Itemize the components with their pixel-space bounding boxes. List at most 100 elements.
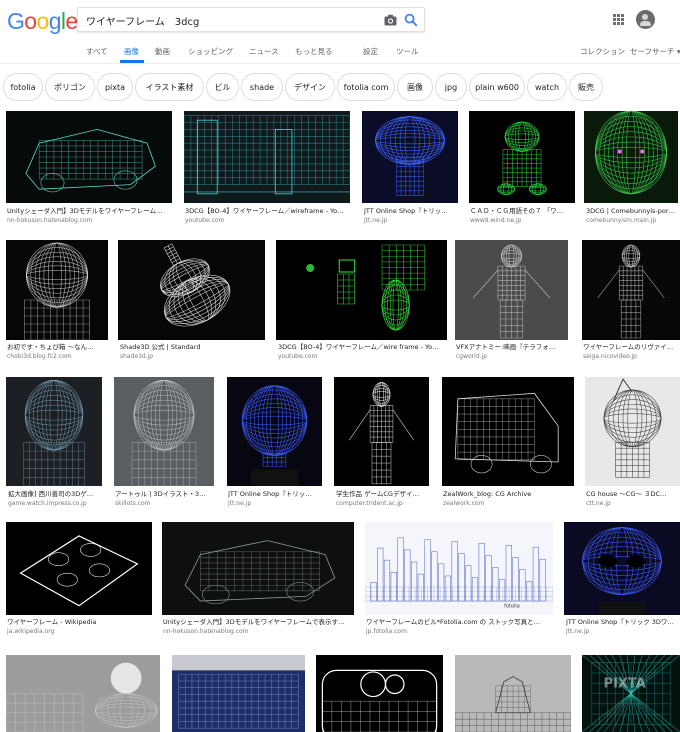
result-caption[interactable]: お初です・ちょび箱 〜なん… chobi3d.blog.fc2.com (7, 343, 109, 361)
tab-collections[interactable]: コレクション (580, 46, 625, 57)
chip[interactable]: ポリゴン (45, 73, 95, 101)
chip[interactable]: pixta (97, 73, 133, 101)
image-result-thumbnail[interactable] (172, 655, 305, 732)
image-result-thumbnail[interactable] (584, 111, 678, 203)
safesearch-menu[interactable]: セーフサーチ ▾ (630, 46, 680, 57)
result-title[interactable]: VFXアナトミー:映画『テラフォ… (456, 343, 569, 352)
result-title[interactable]: CG house 〜CG〜 ３DC… (586, 490, 680, 499)
result-caption[interactable]: Unityシェーダ入門】3Dモデルをワイヤーフレームで表示す… nn-hokuso… (163, 618, 355, 636)
result-title[interactable]: 3DCG【BO-4】ワイヤーフレーム／wire frame - Yo… (278, 343, 449, 352)
image-result-thumbnail[interactable] (316, 655, 443, 732)
search-box[interactable]: ワイヤーフレーム 3dcg (77, 7, 425, 32)
search-icon[interactable] (404, 13, 418, 27)
image-result-thumbnail[interactable] (6, 240, 108, 340)
result-source: jtt.ne.jp (364, 217, 388, 224)
result-caption[interactable]: アートゥル | 3Dイラスト・3… skillots.com (115, 490, 215, 508)
search-tabs: すべて 画像 動画 ショッピング ニュース もっと見る 設定 ツール コレクショ… (0, 38, 680, 64)
wireframe-thumbnail-art (6, 662, 158, 732)
result-caption[interactable]: ワイヤーフレームのビル*Fotolia.com の ストック写真と… jp.fot… (366, 618, 554, 636)
result-title[interactable]: 拡大画像] 西川善司の3Dゲ… (8, 490, 108, 499)
chip[interactable]: デザイン (285, 73, 335, 101)
result-caption[interactable]: ワイヤーフレーム - Wikipedia ja.wikipedia.org (7, 618, 153, 636)
result-title[interactable]: Shade3D 公式 | Standard (120, 343, 267, 352)
google-logo[interactable]: Google (7, 8, 78, 35)
chip[interactable]: ビル (206, 73, 239, 101)
image-result-thumbnail[interactable]: fotolia (365, 522, 553, 615)
result-caption[interactable]: CG house 〜CG〜 ３DC… ctt.ne.jp (586, 490, 680, 508)
image-result-thumbnail[interactable] (6, 111, 172, 203)
chip[interactable]: watch (527, 73, 567, 101)
result-caption[interactable]: JTT Online Shop『トリッ… jtt.ne.jp (364, 207, 464, 225)
chip[interactable]: plain w600 (469, 73, 525, 101)
image-result-thumbnail[interactable] (455, 240, 568, 340)
result-caption[interactable]: ＣＡＤ・ＣＧ用語その７ 「ワ… www9.wind.ne.jp (470, 207, 576, 225)
result-title[interactable]: JTT Online Shop『トリッ… (228, 490, 328, 499)
chip[interactable]: shade (241, 73, 283, 101)
image-result-thumbnail[interactable] (162, 522, 354, 615)
result-caption[interactable]: ワイヤーフレームのリヴァイ… seiga.nicovideo.jp (583, 343, 680, 361)
result-title[interactable]: ＣＡＤ・ＣＧ用語その７ 「ワ… (470, 207, 576, 216)
tab-shopping[interactable]: ショッピング (188, 46, 233, 57)
result-title[interactable]: ワイヤーフレームのリヴァイ… (583, 343, 680, 352)
result-title[interactable]: ワイヤーフレームのビル*Fotolia.com の ストック写真と… (366, 618, 554, 627)
result-title[interactable]: JTT Online Shop『トリック 3Dワ… (566, 618, 680, 627)
image-result-thumbnail[interactable] (118, 240, 265, 340)
result-title[interactable]: アートゥル | 3Dイラスト・3… (115, 490, 215, 499)
result-caption[interactable]: Unityシェーダ入門】3Dモデルをワイヤーフレーム… nn-hokuson.ha… (7, 207, 173, 225)
chip[interactable]: jpg (435, 73, 467, 101)
search-input[interactable]: ワイヤーフレーム 3dcg (86, 13, 199, 28)
image-result-thumbnail[interactable] (227, 377, 322, 486)
tab-all[interactable]: すべて (86, 46, 108, 57)
tab-more[interactable]: もっと見る (295, 46, 333, 57)
wireframe-thumbnail-art (19, 535, 139, 607)
avatar[interactable] (636, 10, 655, 29)
wireframe-thumbnail-art (24, 242, 90, 340)
image-result-thumbnail[interactable] (334, 377, 429, 486)
result-title[interactable]: 学生作品 ゲームCGデザイ… (336, 490, 436, 499)
result-caption[interactable]: JTT Online Shop『トリッ… jtt.ne.jp (228, 490, 328, 508)
chip[interactable]: 画像 (397, 73, 433, 101)
image-result-thumbnail[interactable] (442, 377, 574, 486)
image-result-thumbnail[interactable] (582, 240, 680, 340)
image-result-thumbnail[interactable] (114, 377, 214, 486)
apps-grid-icon[interactable] (613, 14, 624, 25)
tab-images[interactable]: 画像 (124, 46, 139, 57)
image-result-thumbnail[interactable] (469, 111, 575, 203)
image-result-thumbnail[interactable] (6, 655, 160, 732)
result-title[interactable]: 3DCG【BO-4】ワイヤーフレーム／wireframe - Yo… (185, 207, 351, 216)
result-title[interactable]: 3DCG | Comebunnyis-por… (586, 207, 680, 216)
result-title[interactable]: Unityシェーダ入門】3Dモデルをワイヤーフレーム… (7, 207, 173, 216)
result-title[interactable]: お初です・ちょび箱 〜なん… (7, 343, 109, 352)
chip[interactable]: イラスト素材 (135, 73, 204, 101)
chip[interactable]: fotolia (3, 73, 43, 101)
result-title[interactable]: JTT Online Shop『トリッ… (364, 207, 464, 216)
result-caption[interactable]: VFXアナトミー:映画『テラフォ… cgworld.jp (456, 343, 569, 361)
camera-icon[interactable] (384, 14, 397, 26)
result-caption[interactable]: 3DCG | Comebunnyis-por… comebunnyism.main… (586, 207, 680, 225)
result-caption[interactable]: ZealWork_blog: CG Archive zealwork.com (443, 490, 575, 508)
chip[interactable]: 販売 (569, 73, 603, 101)
image-result-thumbnail[interactable] (6, 522, 152, 615)
tab-news[interactable]: ニュース (249, 46, 279, 57)
result-caption[interactable]: 学生作品 ゲームCGデザイ… computer.trident.ac.jp (336, 490, 436, 508)
chip[interactable]: fotolia com (337, 73, 395, 101)
tab-videos[interactable]: 動画 (155, 46, 170, 57)
tab-settings[interactable]: 設定 (363, 46, 378, 57)
result-caption[interactable]: 3DCG【BO-4】ワイヤーフレーム／wireframe - Yo… youtub… (185, 207, 351, 225)
image-result-thumbnail[interactable] (6, 377, 102, 486)
image-result-thumbnail[interactable]: PIXTA (582, 655, 680, 732)
result-caption[interactable]: 拡大画像] 西川善司の3Dゲ… game.watch.impress.co.jp (8, 490, 108, 508)
image-result-thumbnail[interactable] (455, 655, 571, 732)
result-title[interactable]: ワイヤーフレーム - Wikipedia (7, 618, 153, 627)
result-title[interactable]: ZealWork_blog: CG Archive (443, 490, 575, 499)
image-result-thumbnail[interactable] (362, 111, 458, 203)
image-result-thumbnail[interactable] (276, 240, 447, 340)
result-caption[interactable]: JTT Online Shop『トリック 3Dワ… jtt.ne.jp (566, 618, 680, 636)
result-caption[interactable]: 3DCG【BO-4】ワイヤーフレーム／wire frame - Yo… youtu… (278, 343, 449, 361)
tab-tools[interactable]: ツール (396, 46, 419, 57)
result-caption[interactable]: Shade3D 公式 | Standard shade3d.jp (120, 343, 267, 361)
image-result-thumbnail[interactable] (585, 377, 680, 486)
image-result-thumbnail[interactable] (564, 522, 680, 615)
result-title[interactable]: Unityシェーダ入門】3Dモデルをワイヤーフレームで表示す… (163, 618, 355, 627)
image-result-thumbnail[interactable] (184, 111, 350, 203)
